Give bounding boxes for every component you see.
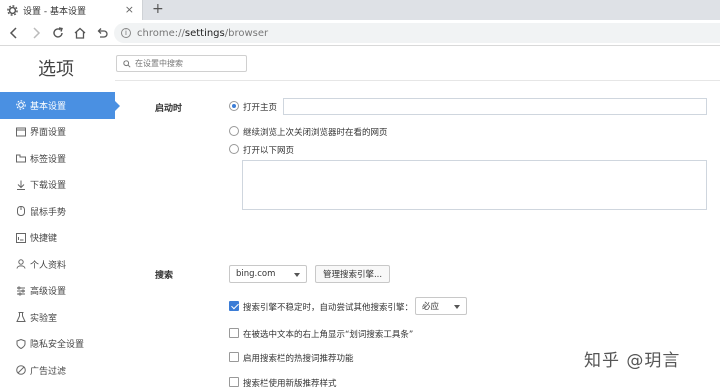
new-style-checkbox[interactable] (229, 377, 239, 387)
back-arrow-icon (9, 27, 17, 39)
sidebar-item-label: 广告过滤 (30, 366, 67, 377)
block-icon (16, 365, 26, 375)
settings-search-input[interactable]: 在设置中搜索 (116, 55, 247, 72)
fallback-engine-label: 搜索引擎不稳定时，自动尝试其他搜索引擎： (243, 303, 414, 313)
browser-toolbar: i chrome://settings/browser (0, 20, 720, 46)
home-button[interactable] (72, 25, 88, 41)
search-section-label: 搜索 (155, 271, 174, 281)
sidebar-item-label: 界面设置 (30, 128, 67, 139)
shield-icon (16, 338, 26, 349)
sidebar-item-tabs[interactable]: 标签设置 (0, 145, 115, 172)
sidebar-item-privacy[interactable]: 隐私安全设置 (0, 331, 115, 358)
sidebar-item-label: 鼠标手势 (30, 207, 67, 218)
header-divider (115, 80, 720, 81)
fallback-engine-select[interactable]: 必应 (415, 297, 467, 315)
search-placeholder: 在设置中搜索 (135, 59, 183, 68)
tab-strip: 设置 - 基本设置 × + (0, 0, 720, 20)
sidebar-item-label: 下载设置 (30, 181, 67, 192)
sidebar-item-label: 快捷键 (30, 234, 58, 245)
url-tail: /browser (224, 27, 269, 39)
back-button[interactable] (6, 25, 22, 41)
startup-home-label: 打开主页 (243, 103, 278, 113)
hot-words-label: 启用搜索栏的热搜词推荐功能 (243, 354, 354, 364)
sidebar-item-label: 高级设置 (30, 287, 67, 298)
homepage-input[interactable] (283, 98, 707, 115)
person-icon (16, 259, 26, 269)
fallback-engine-value: 必应 (422, 302, 440, 312)
url-host: chrome:// (137, 27, 185, 39)
search-icon (123, 59, 131, 68)
info-icon[interactable]: i (121, 28, 131, 38)
startup-continue-radio[interactable] (229, 126, 239, 136)
new-tab-button[interactable]: + (152, 1, 164, 17)
lab-icon (16, 312, 26, 322)
sidebar-item-label: 标签设置 (30, 154, 67, 165)
sidebar-item-label: 实验室 (30, 313, 58, 324)
search-engine-value: bing.com (236, 269, 276, 279)
chevron-down-icon (454, 305, 460, 309)
forward-arrow-icon (33, 27, 41, 39)
sidebar-title: 选项 (38, 59, 74, 80)
url-path: settings (184, 27, 225, 39)
startup-pages-label: 打开以下网页 (243, 146, 295, 156)
manage-search-engines-button[interactable]: 管理搜索引擎... (315, 265, 390, 283)
sidebar-item-download[interactable]: 下载设置 (0, 172, 115, 199)
sidebar-item-label: 隐私安全设置 (30, 340, 85, 351)
address-bar[interactable]: i chrome://settings/browser (114, 23, 720, 43)
sidebar-menu: 基本设置 界面设置 标签设置 下载设置 鼠标手势 快捷键 个人资料 高级设置 实… (0, 92, 120, 384)
sidebar-item-shortcuts[interactable]: 快捷键 (0, 225, 115, 252)
gear-icon (16, 100, 26, 110)
undo-icon (97, 28, 108, 38)
startup-continue-label: 继续浏览上次关闭浏览器时在看的网页 (243, 128, 388, 138)
forward-button[interactable] (28, 25, 44, 41)
home-icon (74, 27, 86, 39)
sidebar-item-advanced[interactable]: 高级设置 (0, 278, 115, 305)
tab-settings[interactable]: 设置 - 基本设置 × (0, 0, 143, 20)
sidebar-item-profile[interactable]: 个人资料 (0, 251, 115, 278)
sidebar-item-interface[interactable]: 界面设置 (0, 119, 115, 146)
sidebar-item-label: 基本设置 (30, 101, 67, 112)
mouse-icon (17, 206, 25, 216)
hot-words-checkbox[interactable] (229, 352, 239, 362)
tab-title: 设置 - 基本设置 (23, 6, 86, 17)
reload-button[interactable] (50, 25, 66, 41)
chevron-down-icon (294, 273, 300, 277)
search-engine-select[interactable]: bing.com (229, 265, 307, 283)
undo-close-button[interactable] (94, 25, 110, 41)
keyboard-icon (16, 232, 26, 243)
sidebar-item-adblock[interactable]: 广告过滤 (0, 357, 115, 384)
startup-pages-radio[interactable] (229, 144, 239, 154)
gear-icon (7, 4, 18, 16)
tab-icon (16, 154, 26, 163)
sidebar-item-basic[interactable]: 基本设置 (0, 92, 120, 119)
window-icon (16, 127, 26, 136)
startup-label: 启动时 (155, 104, 183, 114)
selection-toolbar-label: 在被选中文本的右上角显示“划词搜索工具条” (243, 330, 414, 340)
advanced-icon (17, 286, 25, 295)
sidebar-item-label: 个人资料 (30, 260, 67, 271)
fallback-engine-checkbox[interactable] (229, 301, 239, 311)
startup-pages-list[interactable] (242, 160, 707, 210)
startup-home-radio[interactable] (229, 101, 239, 111)
watermark-text: 知乎 @玥言 (584, 351, 681, 371)
tab-close-icon[interactable]: × (125, 3, 134, 16)
reload-icon (53, 27, 63, 38)
download-icon (17, 180, 25, 190)
new-style-label: 搜索栏使用新版推荐样式 (243, 379, 337, 389)
sidebar-item-gestures[interactable]: 鼠标手势 (0, 198, 115, 225)
sidebar-item-lab[interactable]: 实验室 (0, 304, 115, 331)
selection-toolbar-checkbox[interactable] (229, 328, 239, 338)
